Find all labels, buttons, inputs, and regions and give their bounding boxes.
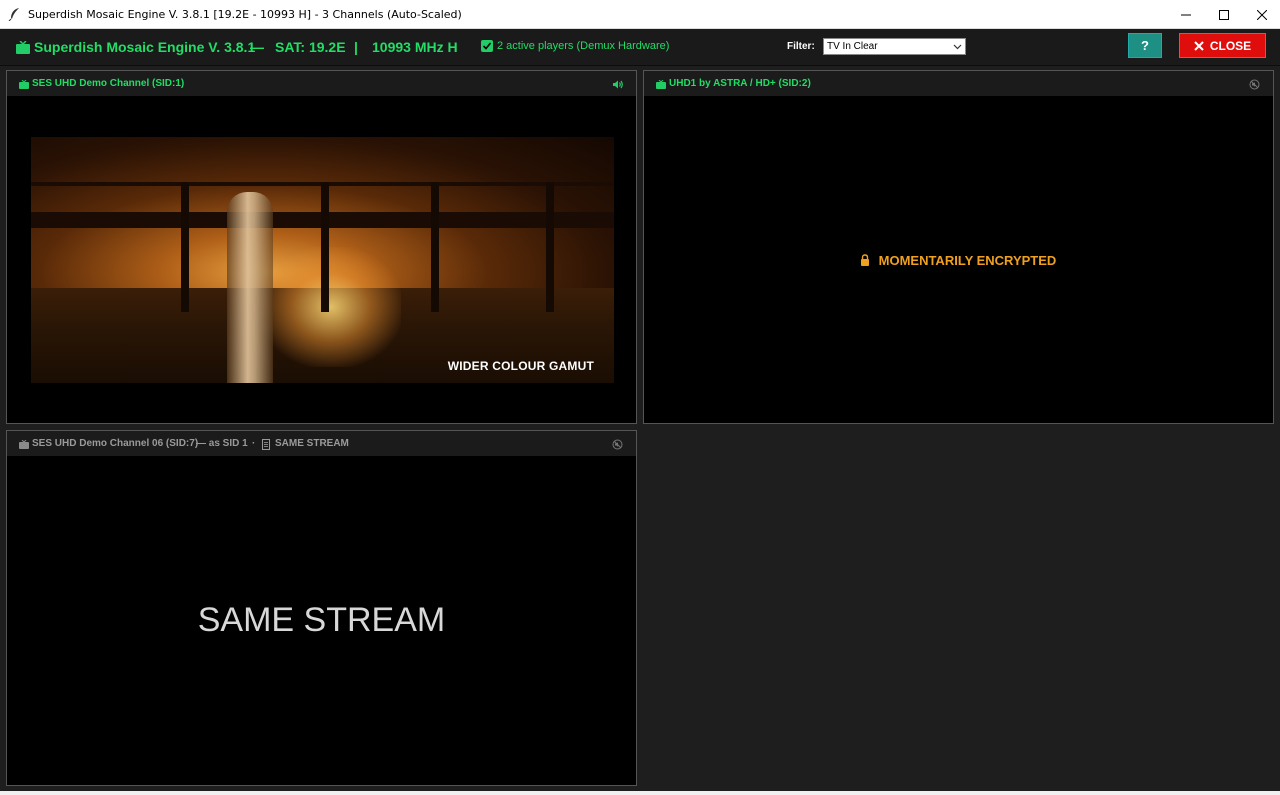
header-separator: — xyxy=(250,39,264,55)
video-frame xyxy=(546,182,554,312)
tile-title: UHD1 by ASTRA / HD+ (SID:2) xyxy=(669,78,811,89)
same-stream-badge: SAME STREAM xyxy=(275,438,349,449)
minimize-icon xyxy=(1181,14,1191,15)
channel-tile-sid-1[interactable]: SES UHD Demo Channel (SID:1) WIDER COLOU… xyxy=(6,70,637,424)
tile-header: UHD1 by ASTRA / HD+ (SID:2) xyxy=(644,71,1273,96)
same-stream-message: SAME STREAM xyxy=(197,601,446,639)
help-button-label: ? xyxy=(1141,38,1149,53)
players-checkbox[interactable] xyxy=(481,40,493,52)
active-players-label: 2 active players (Demux Hardware) xyxy=(497,40,670,52)
video-frame xyxy=(321,182,329,312)
maximize-icon xyxy=(1219,9,1229,20)
video-frame xyxy=(431,182,439,312)
mute-icon[interactable] xyxy=(612,439,623,450)
video-frame xyxy=(181,182,189,312)
tile-title: SES UHD Demo Channel (SID:1) xyxy=(32,78,185,89)
tile-title-dot: · xyxy=(252,438,256,449)
video-frame xyxy=(227,192,273,383)
close-icon xyxy=(1257,9,1267,20)
frequency-label: 10993 MHz H xyxy=(372,39,458,55)
tile-title-suffix: — as SID 1 xyxy=(196,438,248,449)
tv-icon xyxy=(656,80,666,89)
filter-selected-value: TV In Clear xyxy=(827,41,878,52)
video-caption: WIDER COLOUR GAMUT xyxy=(447,359,594,373)
speaker-icon[interactable] xyxy=(612,79,623,90)
app-header: Superdish Mosaic Engine V. 3.8.1 — SAT: … xyxy=(0,29,1280,66)
filter-select[interactable]: TV In Clear xyxy=(823,38,966,55)
close-icon xyxy=(1194,40,1204,51)
tv-icon xyxy=(19,440,29,449)
header-separator: | xyxy=(354,39,358,55)
close-button[interactable]: CLOSE xyxy=(1179,33,1266,58)
tile-header: SES UHD Demo Channel 06 (SID:7) — as SID… xyxy=(7,431,636,456)
checkmark-icon xyxy=(482,42,492,50)
lock-icon xyxy=(861,254,869,266)
chevron-down-icon xyxy=(953,44,962,50)
window-titlebar: Superdish Mosaic Engine V. 3.8.1 [19.2E … xyxy=(0,0,1280,29)
filter-label: Filter: xyxy=(787,41,815,52)
satellite-position: SAT: 19.2E xyxy=(275,39,346,55)
tile-title: SES UHD Demo Channel 06 (SID:7) xyxy=(32,438,199,449)
app-title: Superdish Mosaic Engine V. 3.8.1 xyxy=(34,39,256,55)
window-close-button[interactable] xyxy=(1243,0,1280,29)
maximize-button[interactable] xyxy=(1205,0,1243,29)
video-preview: WIDER COLOUR GAMUT xyxy=(31,137,614,383)
encrypted-message: MOMENTARILY ENCRYPTED xyxy=(860,253,1056,268)
window-bottom-edge xyxy=(0,791,1280,795)
channel-tile-sid-7[interactable]: SES UHD Demo Channel 06 (SID:7) — as SID… xyxy=(6,430,637,786)
video-frame xyxy=(261,247,401,367)
tile-header: SES UHD Demo Channel (SID:1) xyxy=(7,71,636,96)
document-icon xyxy=(262,439,270,450)
window-title: Superdish Mosaic Engine V. 3.8.1 [19.2E … xyxy=(28,8,462,21)
tv-icon xyxy=(19,80,29,89)
minimize-button[interactable] xyxy=(1167,0,1205,29)
encrypted-message-text: MOMENTARILY ENCRYPTED xyxy=(878,253,1057,268)
tv-icon xyxy=(16,41,30,54)
mute-icon[interactable] xyxy=(1249,79,1260,90)
feather-icon xyxy=(8,8,19,21)
help-button[interactable]: ? xyxy=(1128,33,1162,58)
channel-tile-sid-2[interactable]: UHD1 by ASTRA / HD+ (SID:2) MOMENTARILY … xyxy=(643,70,1274,424)
close-button-label: CLOSE xyxy=(1209,38,1252,53)
